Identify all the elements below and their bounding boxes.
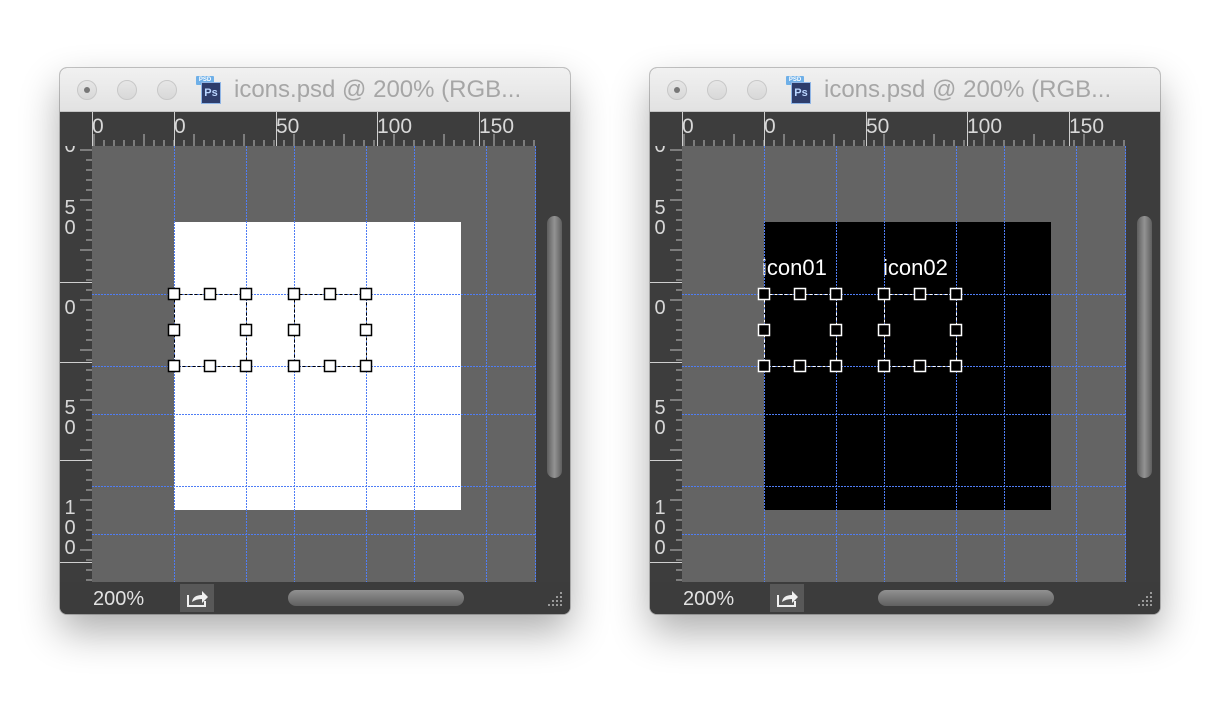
zoom-window-button[interactable] (747, 80, 767, 100)
resize-grip-icon[interactable] (1136, 590, 1154, 608)
ruler-v-label: 0 (64, 297, 76, 319)
title-bar[interactable]: PSD Ps icons.psd @ 200% (RGB... (60, 68, 570, 112)
slice-handle (949, 323, 963, 337)
ruler-corner[interactable] (60, 112, 92, 146)
title-bar[interactable]: PSD Ps icons.psd @ 200% (RGB... (650, 68, 1160, 112)
slice-handle (203, 359, 217, 373)
minimize-window-button[interactable] (707, 80, 727, 100)
share-icon (777, 591, 798, 607)
ruler-h-label: 150 (1069, 115, 1105, 138)
slice-handle (239, 323, 253, 337)
zoom-level[interactable]: 200% (93, 588, 144, 610)
share-button[interactable] (180, 584, 214, 612)
slice-bounds (884, 294, 957, 367)
horizontal-ruler[interactable]: 0 0 50 100 150 (92, 112, 540, 146)
horizontal-scroll-thumb[interactable] (878, 590, 1054, 606)
slice-handle (877, 287, 891, 301)
ruler-v-label: 100 (654, 497, 666, 559)
ruler-h-label: 50 (276, 115, 300, 138)
slice-handle (287, 359, 301, 373)
document-window-black[interactable]: PSD Ps icons.psd @ 200% (RGB... 0 0 50 1… (650, 68, 1160, 614)
vertical-ruler[interactable]: 0 50 0 50 100 (60, 146, 92, 582)
slice-handle (877, 323, 891, 337)
ruler-v-label: 0 (64, 146, 76, 157)
ps-badge: Ps (791, 82, 811, 104)
vertical-ruler[interactable]: 0 50 0 50 100 (650, 146, 682, 582)
ruler-h-label: 0 (764, 115, 776, 138)
vertical-scroll-thumb[interactable] (547, 216, 562, 478)
slice-handle (913, 359, 927, 373)
ruler-v-label: 50 (64, 197, 76, 239)
share-icon (187, 591, 208, 607)
slice-handle (323, 359, 337, 373)
slice-handle (829, 287, 843, 301)
ruler-h-label: 150 (479, 115, 515, 138)
slice-bounds (294, 294, 367, 367)
close-window-button[interactable] (77, 80, 97, 100)
close-window-button[interactable] (667, 80, 687, 100)
slice-handle (203, 287, 217, 301)
slice-handle (877, 359, 891, 373)
status-bar: 200% (650, 582, 1160, 614)
psd-file-icon: PSD Ps (196, 76, 222, 104)
window-title: icons.psd @ 200% (RGB... (234, 76, 522, 103)
ruler-h-label: 0 (682, 115, 694, 138)
ruler-v-label: 0 (654, 146, 666, 157)
slice-handle (793, 287, 807, 301)
ruler-corner[interactable] (650, 112, 682, 146)
zoom-window-button[interactable] (157, 80, 177, 100)
zoom-level[interactable]: 200% (683, 588, 734, 610)
horizontal-scroll-thumb[interactable] (288, 590, 464, 606)
horizontal-ruler[interactable]: 0 0 50 100 150 (682, 112, 1130, 146)
ruler-v-label: 50 (654, 197, 666, 239)
slice-handle (913, 287, 927, 301)
slice-handle (287, 287, 301, 301)
ruler-h-label: 100 (967, 115, 1003, 138)
window-title: icons.psd @ 200% (RGB... (824, 76, 1112, 103)
slice-handle (829, 323, 843, 337)
slice-handle (949, 359, 963, 373)
slice-handle (167, 287, 181, 301)
ruler-v-label: 50 (64, 397, 76, 439)
slice-handle (359, 287, 373, 301)
slice-bounds (764, 294, 837, 367)
slice-bounds (174, 294, 247, 367)
slice-handle (757, 359, 771, 373)
slice-handle (793, 359, 807, 373)
vertical-scroll-thumb[interactable] (1137, 216, 1152, 478)
ruler-v-label: 100 (64, 497, 76, 559)
guides-overlay (92, 146, 536, 582)
slice-handle (359, 323, 373, 337)
ruler-h-label: 100 (377, 115, 413, 138)
slice-handle (323, 287, 337, 301)
ruler-h-label: 0 (92, 115, 104, 138)
document-window-white[interactable]: PSD Ps icons.psd @ 200% (RGB... 0 0 50 1… (60, 68, 570, 614)
status-bar: 200% (60, 582, 570, 614)
guides-overlay (682, 146, 1126, 582)
ruler-v-label: 0 (654, 297, 666, 319)
psd-file-icon: PSD Ps (786, 76, 812, 104)
slice-handle (757, 323, 771, 337)
share-button[interactable] (770, 584, 804, 612)
ruler-v-label: 50 (654, 397, 666, 439)
slice-handle (359, 359, 373, 373)
canvas-area[interactable] (92, 146, 536, 582)
ruler-h-label: 50 (866, 115, 890, 138)
canvas-area[interactable]: icon01 icon02 (682, 146, 1126, 582)
minimize-window-button[interactable] (117, 80, 137, 100)
slice-handle (949, 287, 963, 301)
slice-handle (757, 287, 771, 301)
ruler-h-label: 0 (174, 115, 186, 138)
slice-handle (167, 359, 181, 373)
slice-handle (167, 323, 181, 337)
slice-handle (287, 323, 301, 337)
slice-handle (239, 359, 253, 373)
resize-grip-icon[interactable] (546, 590, 564, 608)
slice-handle (239, 287, 253, 301)
slice-handle (829, 359, 843, 373)
ps-badge: Ps (201, 82, 221, 104)
